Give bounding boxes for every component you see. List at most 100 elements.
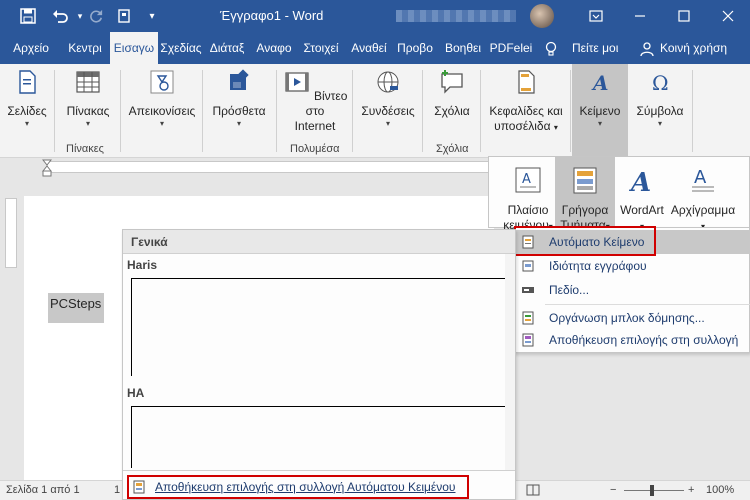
zoom-out-button[interactable]: − <box>610 484 616 496</box>
selected-text[interactable]: PCSteps <box>48 293 104 323</box>
comment-button[interactable]: Σχόλια <box>428 68 476 119</box>
video-label-1: Βίντεο στο <box>305 89 348 118</box>
autotext-entry-preview[interactable] <box>131 406 509 468</box>
window-title: Έγγραφο1 - Word <box>220 8 324 23</box>
building-blocks-label: Οργάνωση μπλοκ δόμησης... <box>549 311 705 325</box>
header-footer-button[interactable]: Κεφαλίδες και υποσέλιδα ▾ <box>484 68 568 135</box>
wordart-icon: A <box>628 168 651 198</box>
symbols-button[interactable]: Ω Σύμβολα ▾ <box>632 68 688 129</box>
comments-group-label: Σχόλια <box>436 143 469 155</box>
zoom-slider-thumb[interactable] <box>650 485 654 496</box>
lightbulb-icon[interactable] <box>544 32 558 64</box>
building-blocks-organizer-menu-item[interactable]: Οργάνωση μπλοκ δόμησης... <box>515 306 750 330</box>
touch-mode-icon[interactable] <box>112 0 136 32</box>
textbox-icon: A <box>515 167 541 193</box>
minimize-icon[interactable] <box>618 0 662 32</box>
autotext-entry-name: Haris <box>127 258 158 272</box>
tab-view[interactable]: Προβο <box>394 32 436 64</box>
redo-icon[interactable] <box>84 0 108 32</box>
ruler-strip[interactable] <box>48 161 488 173</box>
dropcap-button[interactable]: A Αρχίγραμμα▾ <box>667 157 739 231</box>
document-property-icon <box>522 260 534 272</box>
pages-icon <box>19 70 36 94</box>
share-button[interactable]: Κοινή χρήση <box>660 32 727 64</box>
svg-text:A: A <box>522 172 531 187</box>
video-icon <box>285 72 309 92</box>
textbox-button[interactable]: A Πλαίσιο κειμένου▾ <box>499 157 557 232</box>
addins-button[interactable]: Πρόσθετα ▾ <box>208 68 270 129</box>
quickparts-icon <box>573 167 597 194</box>
table-button[interactable]: Πίνακας ▾ <box>60 68 116 129</box>
field-menu-item[interactable]: Πεδίο... <box>515 278 750 302</box>
links-button[interactable]: Συνδέσεις ▾ <box>356 68 420 129</box>
header-footer-label-2: υποσέλιδα <box>494 119 551 133</box>
quickparts-button[interactable]: Γρήγορα Τμήματα▾ <box>555 157 615 232</box>
tab-file[interactable]: Αρχείο <box>6 32 56 64</box>
links-label: Συνδέσεις <box>361 104 415 118</box>
svg-text:A: A <box>591 71 609 95</box>
page-fragment: 1 <box>114 484 121 496</box>
ribbon-tabs: Αρχείο Κεντρι Εισαγω Σχεδίας Διάταξ Αναφ… <box>0 32 750 64</box>
video-label-2: Internet <box>294 119 336 133</box>
title-bar: ▾ ▾ Έγγραφο1 - Word <box>0 0 750 32</box>
tab-references[interactable]: Αναφο <box>252 32 296 64</box>
links-icon <box>377 71 399 93</box>
wordart-label: WordArt <box>620 203 664 217</box>
tab-help[interactable]: Βοηθει <box>440 32 486 64</box>
addins-label: Πρόσθετα <box>212 104 266 118</box>
text-group-button[interactable]: A Κείμενο ▾ <box>572 64 628 158</box>
ribbon: Σελίδες ▾ Πίνακας ▾ Πίνακες Απεικονίσεις… <box>0 64 750 158</box>
save-to-autotext-label: Αποθήκευση επιλογής στη συλλογή Αυτόματο… <box>155 480 456 494</box>
tab-design[interactable]: Σχεδίας <box>158 32 204 64</box>
zoom-slider[interactable] <box>624 490 684 491</box>
autotext-entry-preview[interactable] <box>131 278 509 376</box>
text-icon: A <box>591 71 609 95</box>
illustrations-button[interactable]: Απεικονίσεις ▾ <box>124 68 200 129</box>
zoom-level[interactable]: 100% <box>706 484 734 496</box>
table-icon <box>76 71 100 93</box>
omega-icon: Ω <box>652 71 669 95</box>
save-icon[interactable] <box>16 0 40 32</box>
field-icon <box>522 287 534 293</box>
svg-text:Ω: Ω <box>652 71 669 95</box>
autotext-category-header: Γενικά <box>123 230 515 254</box>
zoom-in-button[interactable]: + <box>688 484 694 496</box>
maximize-icon[interactable] <box>662 0 706 32</box>
gallery-scrollbar[interactable] <box>505 254 515 470</box>
tab-home[interactable]: Κεντρι <box>62 32 108 64</box>
text-label: Κείμενο <box>579 104 621 118</box>
share-icon[interactable] <box>640 32 656 64</box>
header-footer-label-1: Κεφαλίδες και <box>489 104 563 118</box>
indent-marker-icon[interactable] <box>41 159 53 177</box>
save-selection-gallery-label: Αποθήκευση επιλογής στη συλλογή <box>549 333 739 347</box>
tab-review[interactable]: Αναθεί <box>346 32 392 64</box>
document-property-label: Ιδιότητα εγγράφου <box>549 259 647 273</box>
tab-pdfelement[interactable]: PDFelei <box>488 32 534 64</box>
autotext-highlight-box <box>514 226 656 256</box>
pages-button[interactable]: Σελίδες ▾ <box>4 68 50 129</box>
save-selection-gallery-menu-item[interactable]: Αποθήκευση επιλογής στη συλλογή <box>515 328 750 352</box>
avatar[interactable] <box>530 4 554 28</box>
text-gallery: A Πλαίσιο κειμένου▾ Γρήγορα Τμήματα▾ A W… <box>488 156 750 232</box>
ribbon-display-icon[interactable] <box>574 0 618 32</box>
tab-mailings[interactable]: Στοιχεί <box>298 32 344 64</box>
page-count[interactable]: Σελίδα 1 από 1 <box>6 484 80 496</box>
tell-me-box[interactable]: Πείτε μοι <box>572 32 618 64</box>
field-label: Πεδίο... <box>549 283 590 297</box>
header-footer-icon <box>518 70 535 94</box>
illustrations-icon <box>150 70 174 94</box>
autotext-gallery: Γενικά Haris HA Αποθήκευση επιλογής στη … <box>122 229 516 500</box>
save-to-autotext-button[interactable]: Αποθήκευση επιλογής στη συλλογή Αυτόματο… <box>127 475 469 499</box>
document-property-menu-item[interactable]: Ιδιότητα εγγράφου <box>515 254 750 278</box>
read-mode-icon[interactable] <box>526 484 540 499</box>
customize-icon[interactable]: ▾ <box>140 0 164 32</box>
wordart-button[interactable]: A WordArt▾ <box>617 157 667 231</box>
vertical-ruler-strip[interactable] <box>5 198 17 268</box>
svg-text:A: A <box>628 168 651 195</box>
tab-layout[interactable]: Διάταξ <box>205 32 249 64</box>
save-to-gallery-icon <box>522 333 534 347</box>
comments-label: Σχόλια <box>434 104 470 118</box>
tab-insert[interactable]: Εισαγω <box>110 32 158 64</box>
online-video-button[interactable]: Βίντεο στο Internet <box>282 68 348 134</box>
close-icon[interactable] <box>706 0 750 32</box>
